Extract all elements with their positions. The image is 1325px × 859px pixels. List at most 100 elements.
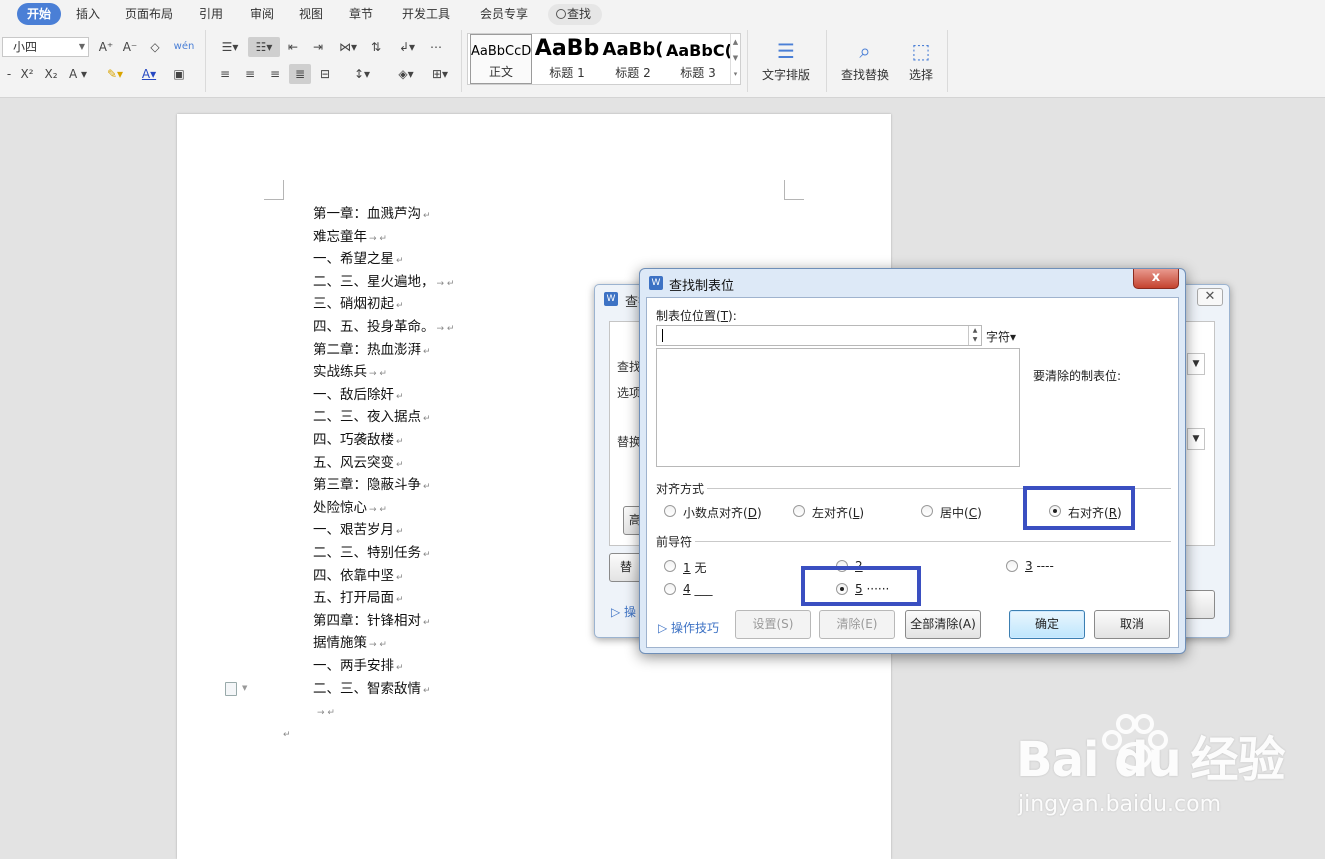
tab-member[interactable]: 会员专享 xyxy=(480,3,528,25)
style-heading-2[interactable]: AaBb( 标题 2 xyxy=(601,34,665,84)
document-line[interactable]: 处险惊心 → ↵ xyxy=(313,497,387,519)
select-button[interactable]: ⬚ 选择 xyxy=(902,36,940,83)
shrink-font-icon[interactable]: A⁻ xyxy=(121,37,139,57)
strikethrough-icon[interactable]: - xyxy=(2,64,16,84)
find-dropdown[interactable]: ▼ xyxy=(1187,353,1205,375)
document-line[interactable]: 二、三、星火遍地， → ↵ xyxy=(313,271,454,293)
document-line[interactable]: 二、三、智索敌情 ↵ xyxy=(313,678,431,700)
radio-leader-4[interactable] xyxy=(664,583,676,595)
document-line[interactable]: 四、五、投身革命。 → ↵ xyxy=(313,316,454,338)
document-line[interactable]: 难忘童年 → ↵ xyxy=(313,226,387,248)
distribute-icon[interactable]: ⊟ xyxy=(315,64,335,84)
superscript-icon[interactable]: X² xyxy=(18,64,36,84)
document-line[interactable]: 一、希望之星 ↵ xyxy=(313,248,404,270)
wps-app-icon: W xyxy=(604,292,618,306)
close-button[interactable]: x xyxy=(1133,269,1179,289)
close-button[interactable]: ✕ xyxy=(1197,288,1223,306)
cancel-button[interactable]: 取消 xyxy=(1094,610,1170,639)
document-line[interactable]: 四、巧袭敌楼 ↵ xyxy=(313,429,404,451)
radio-center[interactable] xyxy=(921,505,933,517)
align-right-icon[interactable]: ≡ xyxy=(266,64,284,84)
separator xyxy=(205,30,206,92)
document-line[interactable]: 五、打开局面 ↵ xyxy=(313,587,404,609)
tab-home[interactable]: 开始 xyxy=(17,3,62,25)
document-line[interactable]: 第四章：针锋相对 ↵ xyxy=(313,610,431,632)
document-line[interactable]: 实战练兵 → ↵ xyxy=(313,361,387,383)
document-line[interactable]: 一、敌后除奸 ↵ xyxy=(313,384,404,406)
bullet-list-icon[interactable]: ☰▾ xyxy=(216,37,244,57)
radio-left[interactable] xyxy=(793,505,805,517)
document-line[interactable]: 三、硝烟初起 ↵ xyxy=(313,293,404,315)
document-line[interactable]: 据情施策 → ↵ xyxy=(313,632,387,654)
radio-leader-3[interactable] xyxy=(1006,560,1018,572)
tab-insert[interactable]: 插入 xyxy=(76,3,100,25)
tab-position-input[interactable]: ▲ ▼ xyxy=(656,325,982,346)
subscript-icon[interactable]: X₂ xyxy=(42,64,60,84)
position-label: 制表位位置(T): xyxy=(656,309,737,323)
line-spacing-icon[interactable]: ↕▾ xyxy=(347,64,377,84)
numbered-list-icon[interactable]: ☷▾ xyxy=(248,37,280,57)
text-effect-icon[interactable]: A ▾ xyxy=(66,64,90,84)
spinner[interactable]: ▲ ▼ xyxy=(968,326,981,345)
document-line[interactable]: 一、两手安排 ↵ xyxy=(313,655,404,677)
paragraph-mark: ↵ xyxy=(396,391,404,402)
tab-view[interactable]: 视图 xyxy=(299,3,323,25)
style-heading-1[interactable]: AaBb 标题 1 xyxy=(534,34,600,84)
highlight-icon[interactable]: ✎▾ xyxy=(102,64,128,84)
shading-icon[interactable]: ◈▾ xyxy=(392,64,420,84)
document-icon[interactable] xyxy=(225,682,237,696)
sort-icon[interactable]: ⇅ xyxy=(366,37,386,57)
borders-icon[interactable]: ⊞▾ xyxy=(426,64,454,84)
replace-button[interactable]: 替 xyxy=(609,553,643,582)
document-line[interactable]: 四、依靠中坚 ↵ xyxy=(313,565,404,587)
tab-stop-list[interactable] xyxy=(656,348,1020,467)
tab-references[interactable]: 引用 xyxy=(199,3,223,25)
find-replace-button[interactable]: ⌕ 查找替换 xyxy=(835,36,895,83)
chevron-down-icon[interactable]: ▼ xyxy=(242,684,247,692)
document-line[interactable]: 第三章：隐蔽斗争 ↵ xyxy=(313,474,431,496)
show-marks-icon[interactable]: ↲▾ xyxy=(393,37,421,57)
document-line[interactable]: 一、艰苦岁月 ↵ xyxy=(313,519,404,541)
font-size-select[interactable]: 小四 ▼ xyxy=(2,37,89,57)
document-line[interactable]: 五、风云突变 ↵ xyxy=(313,452,404,474)
align-left-icon[interactable]: ≡ xyxy=(216,64,234,84)
clear-button[interactable]: 清除(E) xyxy=(819,610,895,639)
tips-link[interactable]: ▷ 操作技巧 xyxy=(658,619,719,636)
document-line[interactable]: 二、三、夜入据点 ↵ xyxy=(313,406,431,428)
paragraph-mark: ↵ xyxy=(423,482,431,493)
tab-stops-icon[interactable]: ⋯ xyxy=(426,37,446,57)
document-line[interactable]: 第二章：热血澎湃 ↵ xyxy=(313,339,431,361)
justify-icon[interactable]: ≣ xyxy=(289,64,311,84)
tips-link[interactable]: ▷ 操 xyxy=(611,603,636,620)
ok-button[interactable]: 确定 xyxy=(1009,610,1085,639)
tab-section[interactable]: 章节 xyxy=(349,3,373,25)
radio-leader-1[interactable] xyxy=(664,560,676,572)
tab-review[interactable]: 审阅 xyxy=(250,3,274,25)
chinese-layout-icon[interactable]: ⋈▾ xyxy=(334,37,362,57)
set-button[interactable]: 设置(S) xyxy=(735,610,811,639)
tab-page-layout[interactable]: 页面布局 xyxy=(125,3,173,25)
char-border-icon[interactable]: ▣ xyxy=(170,64,188,84)
tab-developer[interactable]: 开发工具 xyxy=(402,3,450,25)
styles-scroll[interactable]: ▲ ▼ ▾ xyxy=(730,34,740,84)
document-line-text: 五、风云突变 xyxy=(313,454,394,471)
font-color-icon[interactable]: A▾ xyxy=(137,64,161,84)
grow-font-icon[interactable]: A⁺ xyxy=(97,37,115,57)
back-dialog-button[interactable] xyxy=(1181,590,1215,619)
document-line[interactable]: 第一章：血溅芦沟 ↵ xyxy=(313,203,431,225)
clear-all-button[interactable]: 全部清除(A) xyxy=(905,610,981,639)
radio-decimal[interactable] xyxy=(664,505,676,517)
phonetic-guide-icon[interactable]: wén xyxy=(171,37,197,57)
search-icon xyxy=(556,9,566,19)
style-normal[interactable]: AaBbCcD 正文 xyxy=(470,34,532,84)
style-heading-3[interactable]: AaBbC( 标题 3 xyxy=(666,34,730,84)
unit-select[interactable]: 字符▾ xyxy=(986,328,1016,345)
document-line[interactable]: 二、三、特别任务 ↵ xyxy=(313,542,431,564)
text-layout-button[interactable]: ☰ 文字排版 xyxy=(756,36,816,83)
search-tab[interactable]: 查找 xyxy=(548,4,602,25)
eraser-icon[interactable]: ◇ xyxy=(146,37,164,57)
decrease-indent-icon[interactable]: ⇤ xyxy=(284,37,302,57)
increase-indent-icon[interactable]: ⇥ xyxy=(309,37,327,57)
replace-dropdown[interactable]: ▼ xyxy=(1187,428,1205,450)
align-center-icon[interactable]: ≡ xyxy=(241,64,259,84)
